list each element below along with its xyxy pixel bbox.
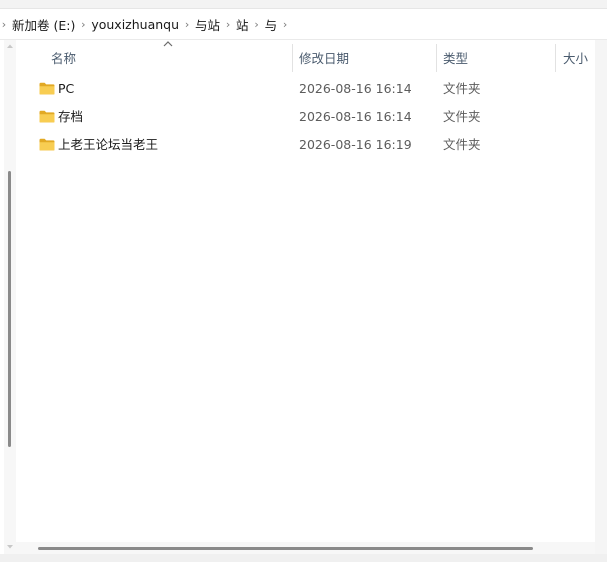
file-row-pc[interactable]: PC 2026-08-16 16:14 文件夹 xyxy=(20,75,595,103)
column-header-date[interactable]: 修改日期 xyxy=(293,42,436,72)
file-row-saves[interactable]: 存档 2026-08-16 16:14 文件夹 xyxy=(20,103,595,131)
file-name: PC xyxy=(58,81,75,96)
column-header-date-label: 修改日期 xyxy=(299,50,350,66)
breadcrumb-item-folder-1[interactable]: youxizhuanqu xyxy=(90,15,180,34)
folder-icon xyxy=(39,110,55,123)
window-bottom-edge xyxy=(0,554,607,562)
chevron-right-icon[interactable]: › xyxy=(252,18,262,31)
vertical-scroll-thumb[interactable] xyxy=(8,171,11,447)
chevron-right-icon[interactable]: › xyxy=(182,18,192,31)
column-header-size[interactable]: 大小 xyxy=(556,42,595,72)
scroll-down-arrow-icon[interactable] xyxy=(4,541,16,553)
breadcrumb-item-folder-2[interactable]: 与站 xyxy=(194,13,221,36)
file-row-forum[interactable]: 上老王论坛当老王 2026-08-16 16:19 文件夹 xyxy=(20,131,595,159)
file-type: 文件夹 xyxy=(443,81,481,96)
folder-icon xyxy=(39,138,55,151)
file-date: 2026-08-16 16:14 xyxy=(299,109,412,124)
chevron-right-icon[interactable]: › xyxy=(223,18,233,31)
file-date: 2026-08-16 16:14 xyxy=(299,81,412,96)
chevron-right-icon[interactable]: › xyxy=(0,18,8,31)
file-date: 2026-08-16 16:19 xyxy=(299,137,412,152)
folder-icon xyxy=(39,82,55,95)
file-type: 文件夹 xyxy=(443,109,481,124)
column-header-name-label: 名称 xyxy=(51,50,77,66)
horizontal-scroll-thumb[interactable] xyxy=(38,547,533,550)
column-header-size-label: 大小 xyxy=(563,50,589,66)
file-type: 文件夹 xyxy=(443,137,481,152)
breadcrumb-item-folder-3[interactable]: 站 xyxy=(235,13,250,36)
pane-right-edge xyxy=(595,40,607,554)
column-header-type[interactable]: 类型 xyxy=(437,42,555,72)
file-name: 上老王论坛当老王 xyxy=(58,137,159,152)
file-name: 存档 xyxy=(58,109,84,124)
scroll-up-arrow-icon[interactable] xyxy=(4,40,16,52)
breadcrumb-item-current[interactable]: 与 xyxy=(264,13,279,36)
column-header-name[interactable]: 名称 xyxy=(20,42,292,72)
chevron-right-icon[interactable]: › xyxy=(280,18,290,31)
breadcrumb-item-drive[interactable]: 新加卷 (E:) xyxy=(11,13,76,36)
address-bar-edge xyxy=(0,0,607,9)
chevron-right-icon[interactable]: › xyxy=(78,18,88,31)
column-header-type-label: 类型 xyxy=(443,50,469,66)
breadcrumb: › 新加卷 (E:) › youxizhuanqu › 与站 › 站 › 与 › xyxy=(0,9,607,40)
file-explorer-window: › 新加卷 (E:) › youxizhuanqu › 与站 › 站 › 与 ›… xyxy=(0,0,607,562)
